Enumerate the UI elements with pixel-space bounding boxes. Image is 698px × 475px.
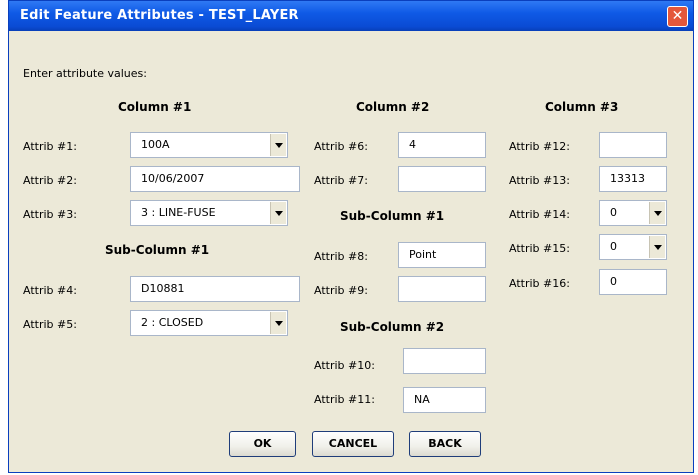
attrib5-label: Attrib #5: — [23, 318, 77, 331]
attrib3-combo[interactable]: 3 : LINE-FUSE — [130, 200, 288, 226]
column2-header: Column #2 — [356, 100, 430, 114]
attrib12-label: Attrib #12: — [509, 140, 570, 153]
attrib14-combo[interactable]: 0 — [599, 200, 667, 226]
attrib16-field[interactable]: 0 — [599, 269, 667, 295]
attrib6-label: Attrib #6: — [314, 140, 368, 153]
chevron-down-icon[interactable] — [649, 236, 665, 258]
attrib15-label: Attrib #15: — [509, 242, 570, 255]
attrib6-field[interactable]: 4 — [398, 132, 486, 158]
attrib8-field[interactable]: Point — [398, 242, 486, 268]
attrib16-label: Attrib #16: — [509, 277, 570, 290]
ok-button[interactable]: OK — [229, 431, 296, 457]
attrib4-field[interactable]: D10881 — [130, 276, 300, 302]
attrib14-label: Attrib #14: — [509, 208, 570, 221]
attrib4-label: Attrib #4: — [23, 284, 77, 297]
attrib12-field[interactable] — [599, 132, 667, 158]
attrib8-label: Attrib #8: — [314, 250, 368, 263]
attrib7-label: Attrib #7: — [314, 174, 368, 187]
attrib5-value: 2 : CLOSED — [141, 316, 204, 329]
edit-feature-attributes-dialog: Edit Feature Attributes - TEST_LAYER ✕ E… — [8, 0, 694, 473]
prompt-label: Enter attribute values: — [23, 67, 147, 80]
attrib11-label: Attrib #11: — [314, 393, 375, 406]
attrib9-label: Attrib #9: — [314, 284, 368, 297]
attrib11-field[interactable]: NA — [403, 387, 486, 413]
attrib9-field[interactable] — [398, 276, 486, 302]
back-button[interactable]: BACK — [409, 431, 481, 457]
attrib13-label: Attrib #13: — [509, 174, 570, 187]
attrib3-label: Attrib #3: — [23, 208, 77, 221]
column2-subcolumn2-header: Sub-Column #2 — [340, 320, 445, 334]
column3-header: Column #3 — [545, 100, 619, 114]
attrib1-label: Attrib #1: — [23, 140, 77, 153]
attrib10-label: Attrib #10: — [314, 359, 375, 372]
attrib15-value: 0 — [610, 240, 617, 253]
cancel-button[interactable]: CANCEL — [312, 431, 394, 457]
attrib13-field[interactable]: 13313 — [599, 166, 667, 192]
column1-subcolumn-header: Sub-Column #1 — [105, 243, 210, 257]
attrib1-combo[interactable]: 100A — [130, 132, 288, 158]
attrib7-field[interactable] — [398, 166, 486, 192]
chevron-down-icon[interactable] — [270, 202, 286, 224]
attrib2-label: Attrib #2: — [23, 174, 77, 187]
attrib3-value: 3 : LINE-FUSE — [141, 206, 216, 219]
attrib2-field[interactable]: 10/06/2007 — [130, 166, 300, 192]
attrib15-combo[interactable]: 0 — [599, 234, 667, 260]
close-icon[interactable]: ✕ — [667, 6, 688, 27]
attrib14-value: 0 — [610, 206, 617, 219]
column2-subcolumn1-header: Sub-Column #1 — [340, 209, 445, 223]
chevron-down-icon[interactable] — [649, 202, 665, 224]
title-bar[interactable]: Edit Feature Attributes - TEST_LAYER ✕ — [9, 1, 693, 31]
attrib10-field[interactable] — [403, 348, 486, 374]
attrib5-combo[interactable]: 2 : CLOSED — [130, 310, 288, 336]
window-title: Edit Feature Attributes - TEST_LAYER — [20, 8, 299, 23]
chevron-down-icon[interactable] — [270, 134, 286, 156]
chevron-down-icon[interactable] — [270, 312, 286, 334]
column1-header: Column #1 — [118, 100, 192, 114]
attrib1-value: 100A — [141, 138, 170, 151]
